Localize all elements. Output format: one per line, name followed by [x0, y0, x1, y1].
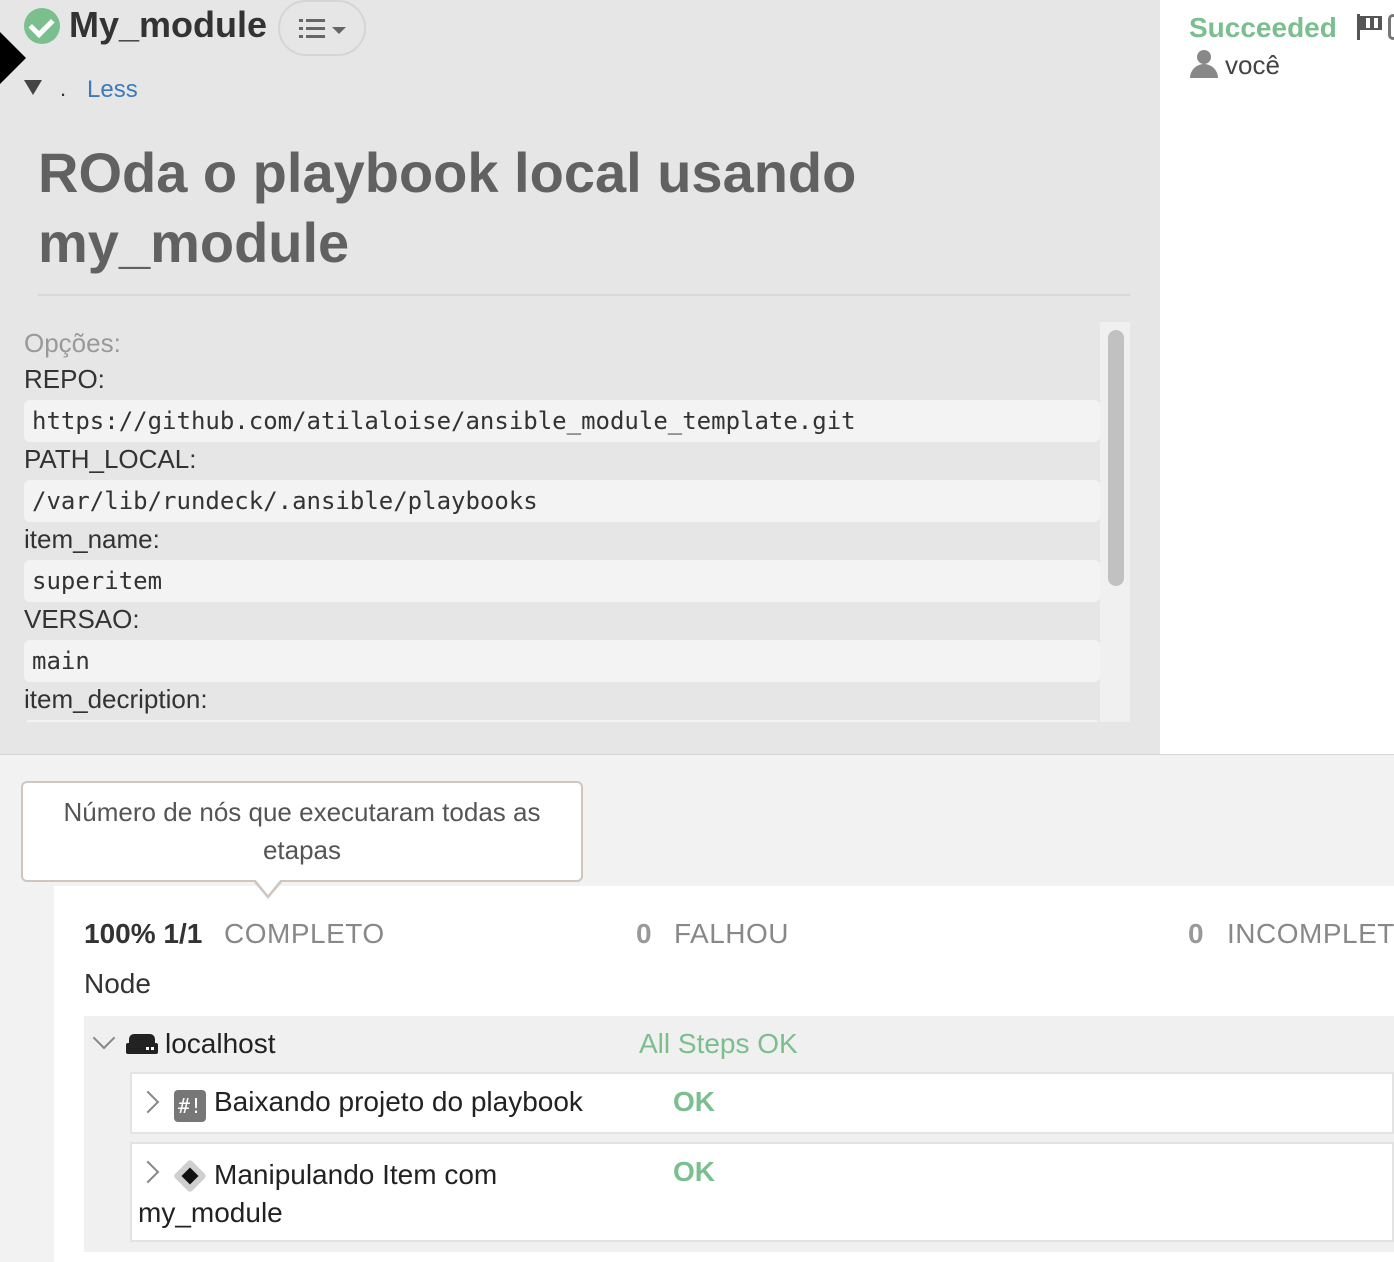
incomplete-label: INCOMPLETO: [1227, 918, 1394, 949]
step-name: Baixando projeto do playbook: [214, 1086, 583, 1117]
title-divider: [38, 294, 1130, 296]
options-label: Opções:: [24, 328, 121, 358]
tooltip: Número de nós que executaram todas as et…: [21, 781, 583, 882]
step-status: OK: [673, 1086, 715, 1117]
option-key: VERSAO:: [24, 604, 140, 634]
option-value: superitem: [24, 560, 1100, 602]
failed-count[interactable]: 0: [636, 918, 652, 950]
job-actions-menu-button[interactable]: [278, 0, 366, 56]
divider: [0, 754, 1394, 755]
option-key: REPO:: [24, 364, 105, 394]
step-status: OK: [673, 1156, 715, 1187]
caret-down-icon: [332, 27, 346, 34]
complete-label: COMPLETO: [224, 918, 385, 949]
script-icon: #!: [174, 1090, 206, 1122]
job-title[interactable]: My_module: [69, 4, 267, 46]
option-value: /var/lib/rundeck/.ansible/playbooks: [24, 480, 1100, 522]
collapse-arrow-icon[interactable]: [0, 32, 26, 84]
job-description-title: ROda o playbook local usando my_module: [38, 141, 857, 274]
node-column-header: Node: [84, 968, 151, 999]
complete-percent[interactable]: 100% 1/1: [84, 918, 202, 950]
execution-info-panel: [1160, 0, 1394, 754]
incomplete-count[interactable]: 0: [1188, 918, 1204, 950]
success-check-icon: [24, 8, 60, 44]
less-link[interactable]: Less: [87, 76, 138, 104]
list-icon: [299, 18, 325, 40]
option-value: https://github.com/atilaloise/ansible_mo…: [24, 400, 1100, 442]
user-icon: [1190, 50, 1218, 78]
options-panel: Opções: REPO: https://github.com/atilalo…: [0, 322, 1130, 722]
step-name: Manipulando Item com my_module: [138, 1159, 498, 1228]
failed-label: FALHOU: [674, 918, 790, 949]
option-value: main: [24, 640, 1100, 682]
finish-flag-icon: [1355, 14, 1383, 40]
execution-status: Succeeded: [1189, 12, 1337, 43]
option-key: item_name:: [24, 524, 160, 554]
execution-user: você: [1225, 50, 1280, 80]
option-key: PATH_LOCAL:: [24, 444, 197, 474]
server-icon: [126, 1034, 158, 1054]
node-name[interactable]: localhost: [165, 1028, 276, 1060]
option-value: [24, 720, 1100, 722]
toggle-dot: .: [60, 76, 67, 101]
option-key: item_decription:: [24, 684, 208, 714]
options-scrollbar-thumb[interactable]: [1108, 330, 1124, 586]
node-status: All Steps OK: [639, 1028, 798, 1059]
clock-icon: [1388, 14, 1394, 40]
expand-toggle-icon[interactable]: [24, 80, 42, 95]
